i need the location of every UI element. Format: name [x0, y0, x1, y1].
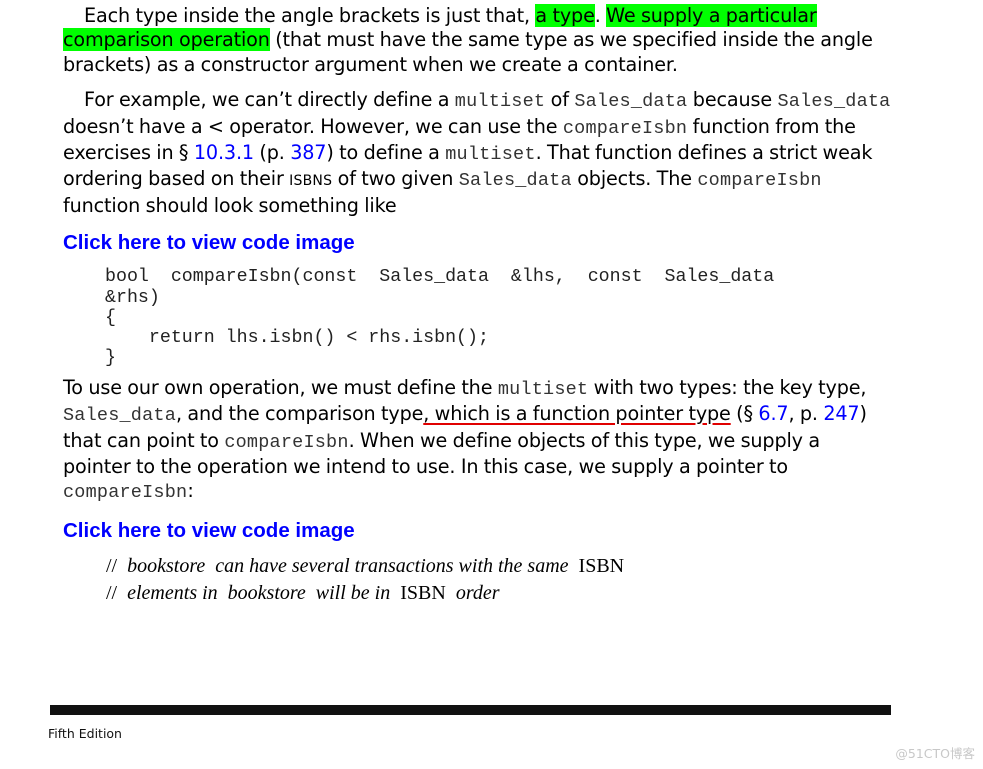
code-block-comments: // bookstore can have several transactio… — [63, 553, 891, 607]
text: To use our own operation, we must define… — [63, 375, 498, 399]
code-line: return lhs.isbn() < rhs.isbn(); — [105, 328, 489, 349]
red-underline-annotation[interactable]: , which is a function pointer type — [423, 402, 731, 425]
code-term: Sales_data — [458, 170, 572, 192]
code-comment-line: // bookstore can have several transactio… — [63, 553, 891, 580]
comment-text: ISBN — [568, 554, 625, 577]
page-link-387[interactable]: 387 — [290, 141, 326, 164]
code-line: } — [105, 348, 116, 369]
text: , p. — [788, 402, 824, 426]
code-block-compare-isbn: bool compareIsbn(const Sales_data &lhs, … — [63, 267, 891, 368]
text: of two given — [332, 167, 459, 191]
comment-text: order — [445, 581, 500, 604]
comment-text: elements in bookstore will be in — [127, 581, 391, 604]
view-code-image-link-1[interactable]: Click here to view code image — [63, 230, 891, 256]
text: of — [545, 88, 575, 112]
code-term: compareIsbn — [63, 482, 188, 504]
comment-text: bookstore can have several transactions … — [127, 554, 569, 577]
comment-slashes: // — [106, 581, 128, 604]
highlight-a-type[interactable]: a type — [535, 4, 595, 27]
code-term: compareIsbn — [562, 117, 688, 139]
text: (§ — [730, 402, 759, 426]
code-line: { — [105, 307, 116, 328]
code-line: &rhs) — [105, 287, 160, 308]
comment-text: ISBN — [390, 581, 446, 604]
text: , and the comparison type — [176, 402, 424, 426]
text: because — [687, 88, 778, 112]
page-link-247[interactable]: 247 — [823, 402, 859, 425]
code-term: compareIsbn — [697, 170, 822, 192]
text: . — [594, 4, 607, 27]
footer-edition-label: Fifth Edition — [48, 726, 122, 741]
text: ) to define a — [326, 141, 446, 165]
code-term: Sales_data — [63, 405, 177, 427]
view-code-image-link-2[interactable]: Click here to view code image — [63, 518, 891, 544]
text: doesn’t have a < operator. However, we c… — [63, 114, 563, 138]
text: with two types: the key type, — [588, 375, 867, 399]
text: (p. — [253, 141, 291, 165]
code-term: multiset — [454, 91, 546, 113]
paragraph-2: For example, we can’t directly define a … — [63, 88, 891, 218]
small-caps-term: ISBNS — [289, 173, 333, 190]
code-term: multiset — [497, 378, 589, 400]
code-term: multiset — [445, 144, 536, 166]
code-term: Sales_data — [574, 91, 688, 113]
text: For example, we can’t directly define a — [84, 88, 455, 112]
footer-divider-bar — [50, 705, 891, 715]
watermark: @51CTO博客 — [895, 746, 975, 761]
comment-slashes: // — [106, 554, 128, 577]
text: Each type inside the angle brackets is j… — [84, 4, 536, 27]
text: objects. The — [571, 167, 698, 191]
code-term: compareIsbn — [224, 431, 349, 453]
section-link-10-3-1[interactable]: 10.3.1 — [194, 141, 254, 164]
code-term: Sales_data — [777, 91, 891, 113]
book-page: Each type inside the angle brackets is j… — [63, 4, 891, 607]
section-link-6-7[interactable]: 6.7 — [758, 402, 788, 425]
code-line: bool compareIsbn(const Sales_data &lhs, … — [105, 267, 775, 288]
text: function should look something like — [63, 193, 397, 217]
text: : — [187, 479, 194, 503]
paragraph-3: To use our own operation, we must define… — [63, 376, 891, 506]
paragraph-1: Each type inside the angle brackets is j… — [63, 4, 891, 77]
code-comment-line: // elements in bookstore will be in ISBN… — [63, 580, 891, 607]
